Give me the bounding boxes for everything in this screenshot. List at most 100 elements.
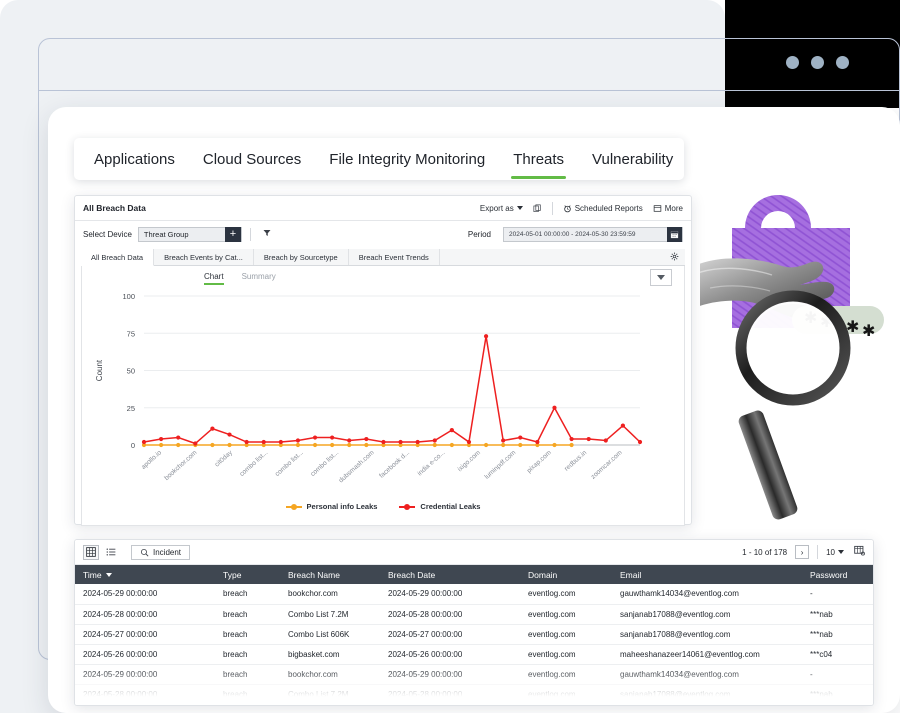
cell-email: maheeshanazeer14061@eventlog.com [612,644,802,665]
table-row[interactable]: 2024-05-26 00:00:00 breach bigbasket.com 20… [75,644,873,665]
grid-view-icon[interactable] [83,544,99,560]
tab-label: Threats [513,150,565,168]
cell-type: breach [215,644,280,665]
column-header-time[interactable]: Time [75,565,215,584]
tab-threats[interactable]: Threats [499,145,578,179]
inner-tab-breach-events-by-category[interactable]: Breach Events by Cat... [154,249,254,265]
toolbar-divider [551,201,553,215]
column-header-breach-name[interactable]: Breach Name [280,565,380,584]
legend-item-personal-info-leaks: Personal info Leaks [285,502,377,511]
cell-domain: eventlog.com [520,624,612,645]
tab-label: Applications [94,150,175,168]
column-header-type[interactable]: Type [215,565,280,584]
svg-text:combo list...: combo list... [239,449,270,478]
cell-type: breach [215,684,280,705]
cell-time: 2024-05-27 00:00:00 [75,624,215,645]
window-control-dots [786,56,849,69]
list-view-icon[interactable] [103,545,119,560]
panel-header: All Breach Data Export as Scheduled Repo… [75,196,691,221]
cell-breach-name: Combo List 606K [280,624,380,645]
period-label: Period [467,229,491,239]
cell-breach-name: bigbasket.com [280,644,380,665]
cell-breach-date: 2024-05-28 00:00:00 [380,604,520,625]
cell-password: ***nab [802,624,873,645]
cell-domain: eventlog.com [520,604,612,625]
app-card: Applications Cloud Sources File Integrit… [48,107,900,713]
column-header-password[interactable]: Password [802,565,873,584]
page-size-select[interactable]: 10 [826,548,844,557]
legend-marker [399,503,416,510]
cell-email: sanjanab17088@eventlog.com [612,624,802,645]
breach-line-chart: 0 25 50 75 100 Count apollo.io bookchor.com cit0… [82,288,684,523]
cell-type: breach [215,584,280,605]
table-row[interactable]: 2024-05-27 00:00:00 breach Combo List 606K… [75,624,873,645]
next-page-button[interactable]: › [795,545,810,559]
svg-text:combo list...: combo list... [309,449,340,478]
view-tab-summary[interactable]: Summary [242,272,276,288]
cell-breach-date: 2024-05-27 00:00:00 [380,624,520,645]
period-control: Period 2024-05-01 00:00:00 - 2024-05-30 … [467,226,683,242]
view-tab-chart[interactable]: Chart [204,272,224,288]
inner-tab-breach-event-trends[interactable]: Breach Event Trends [349,249,440,265]
legend-label: Credential Leaks [420,502,481,511]
tab-vulnerability[interactable]: Vulnerability [578,145,687,174]
table-row[interactable]: 2024-05-28 00:00:00 breach Combo List 7.2M… [75,604,873,625]
svg-text:bookchor.com: bookchor.com [163,449,199,482]
cell-breach-name: Combo List 7.2M [280,684,380,705]
inner-tab-all-breach-data[interactable]: All Breach Data [81,249,155,266]
tab-cloud-sources[interactable]: Cloud Sources [189,145,315,174]
cell-breach-name: bookchor.com [280,664,380,685]
copy-icon [533,204,541,212]
cell-breach-date: 2024-05-29 00:00:00 [380,584,520,605]
browser-frame-divider [38,90,900,91]
period-value: 2024-05-01 00:00:00 - 2024-05-30 23:59:5… [509,230,636,238]
more-button[interactable]: More [653,204,683,213]
cell-password: ***nab [802,604,873,625]
column-header-email[interactable]: Email [612,565,802,584]
table-row[interactable]: 2024-05-29 00:00:00 breach bookchor.com 202… [75,664,873,685]
svg-text:facebook d...: facebook d... [378,449,411,480]
period-input[interactable]: 2024-05-01 00:00:00 - 2024-05-30 23:59:5… [503,226,683,242]
funnel-icon[interactable] [263,229,271,239]
plus-icon[interactable]: + [224,226,241,242]
device-select[interactable]: Threat Group + [137,226,242,242]
copy-button[interactable] [533,204,542,213]
page-size-value: 10 [826,547,835,557]
column-label: Time [83,569,102,580]
pagination-summary: 1 - 10 of 178 [742,547,788,557]
table-row[interactable]: 2024-05-28 00:00:00 breach Combo List 7.2M… [75,684,873,705]
column-header-breach-date[interactable]: Breach Date [380,565,520,584]
legend-marker [285,503,302,510]
cell-breach-date: 2024-05-28 00:00:00 [380,684,520,705]
tab-file-integrity-monitoring[interactable]: File Integrity Monitoring [315,145,499,174]
column-settings-icon[interactable] [854,545,865,559]
chart-options-dropdown[interactable] [650,269,672,286]
export-as-button[interactable]: Export as [480,204,523,213]
gear-icon[interactable] [670,252,679,263]
cell-password: ***c04 [802,644,873,665]
incident-filter-button[interactable]: Incident [131,544,191,560]
chart-container: Chart Summary 0 25 50 75 100 Count apollo.io bo… [81,266,685,526]
cell-breach-name: Combo List 7.2M [280,604,380,625]
cell-time: 2024-05-26 00:00:00 [75,644,215,665]
svg-text:100: 100 [122,292,135,301]
table-header-row: Time Type Breach Name Breach Date Domain… [75,565,873,584]
table-row[interactable]: 2024-05-29 00:00:00 breach bookchor.com 202… [75,584,873,605]
svg-text:luminpdf.com: luminpdf.com [484,449,518,481]
svg-text:ixigo.com: ixigo.com [457,449,483,473]
select-device-label: Select Device [83,229,132,239]
filter-bar: Select Device Threat Group + Period 2024… [75,221,691,247]
column-header-domain[interactable]: Domain [520,565,612,584]
cell-password: - [802,584,873,605]
scheduled-reports-label: Scheduled Reports [574,203,643,213]
cell-domain: eventlog.com [520,664,612,685]
scheduled-reports-button[interactable]: Scheduled Reports [563,204,643,213]
cell-password: - [802,664,873,685]
cell-type: breach [215,604,280,625]
calendar-icon[interactable] [667,226,682,242]
window-dot [811,56,824,69]
svg-text:75: 75 [127,329,135,338]
tab-applications[interactable]: Applications [80,145,189,174]
inner-tab-breach-by-sourcetype[interactable]: Breach by Sourcetype [254,249,349,265]
inner-tab-label: Breach Event Trends [358,252,429,262]
